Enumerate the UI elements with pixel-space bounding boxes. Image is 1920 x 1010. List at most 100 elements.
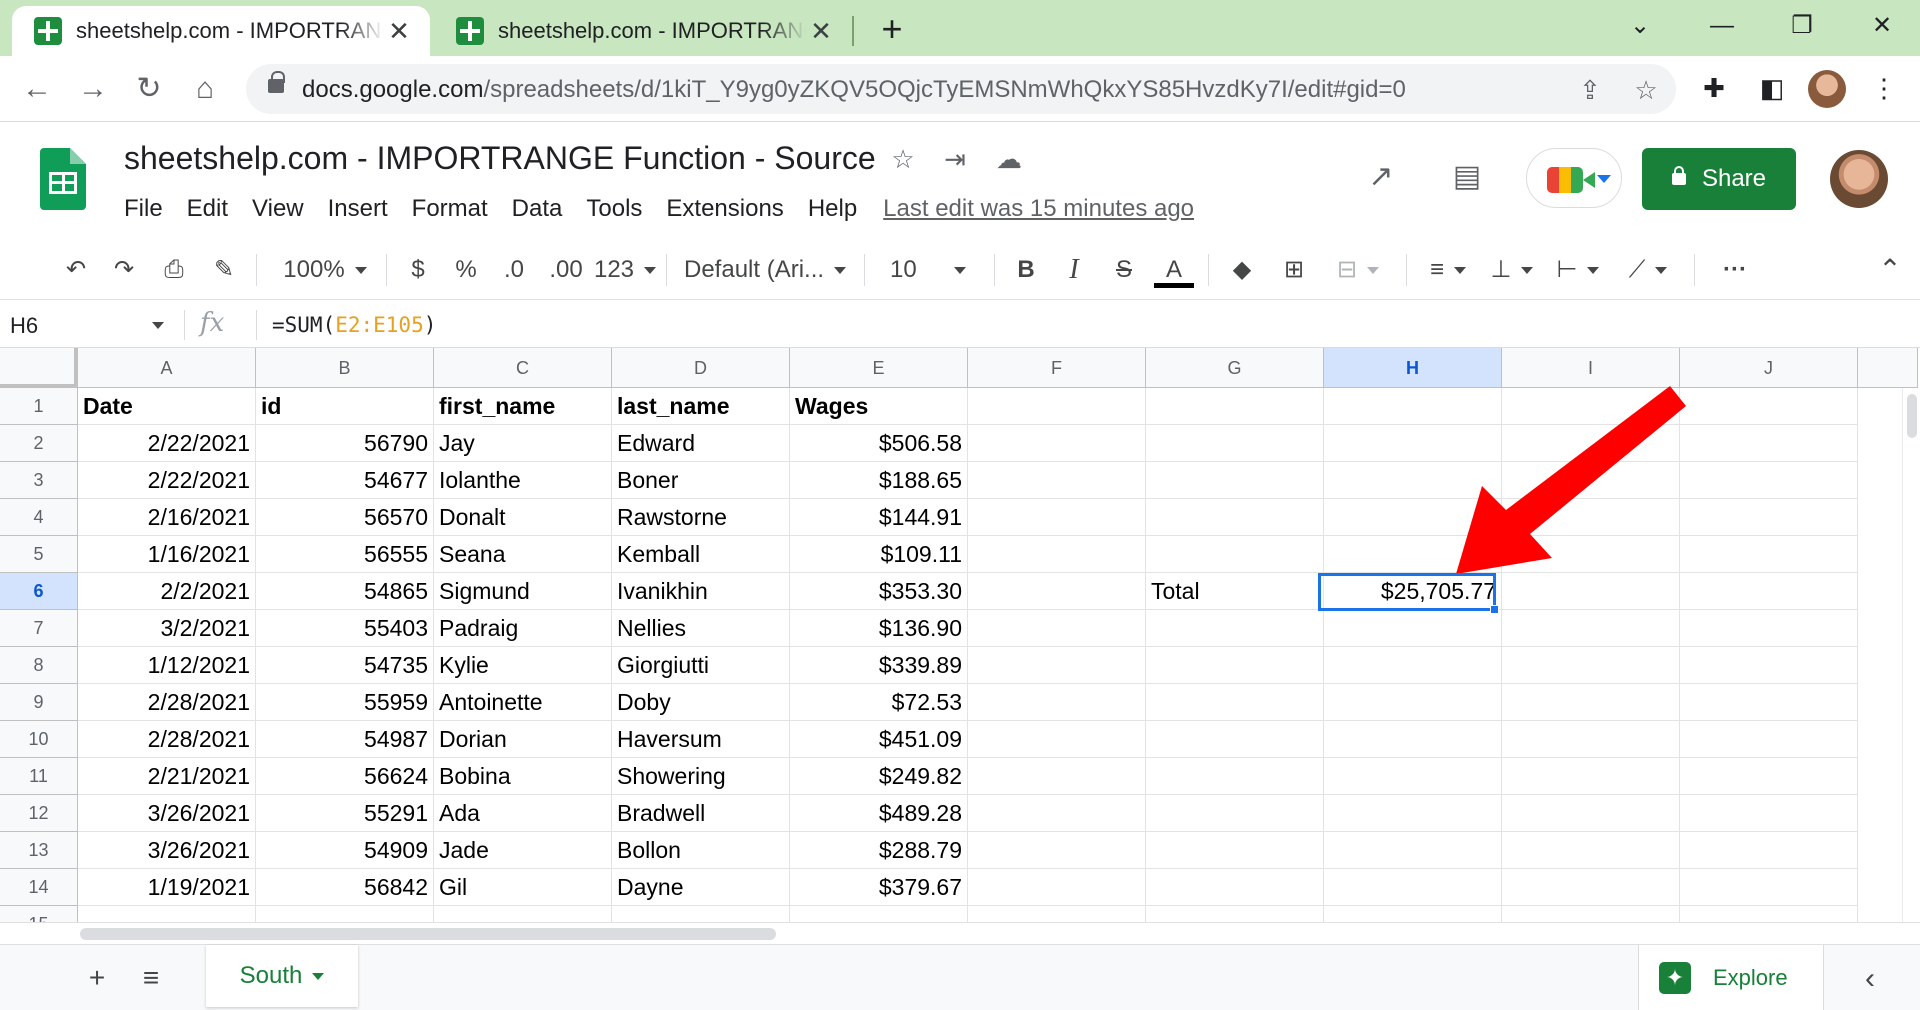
cell[interactable]	[1502, 684, 1680, 721]
cell[interactable]	[1502, 795, 1680, 832]
data-cell[interactable]: Giorgiutti	[612, 647, 790, 684]
cell[interactable]	[1324, 610, 1502, 647]
reload-icon[interactable]: ↻	[126, 66, 172, 112]
row-header-8[interactable]: 8	[0, 647, 78, 684]
data-cell[interactable]: Jade	[434, 832, 612, 869]
data-cell[interactable]: Nellies	[612, 610, 790, 647]
row-header-14[interactable]: 14	[0, 869, 78, 906]
cell[interactable]	[790, 906, 968, 922]
column-header-c[interactable]: C	[434, 348, 612, 388]
cell[interactable]	[968, 499, 1146, 536]
cell[interactable]	[1324, 906, 1502, 922]
cell[interactable]	[968, 684, 1146, 721]
last-edit-link[interactable]: Last edit was 15 minutes ago	[883, 192, 1194, 226]
cell[interactable]	[968, 573, 1146, 610]
data-cell[interactable]: $136.90	[790, 610, 968, 647]
cell[interactable]	[968, 647, 1146, 684]
cell[interactable]	[968, 610, 1146, 647]
cell[interactable]	[1680, 795, 1858, 832]
fill-handle[interactable]	[1490, 605, 1499, 614]
cell[interactable]	[1680, 462, 1858, 499]
extensions-puzzle-icon[interactable]: ✚	[1694, 68, 1734, 108]
bold-button[interactable]: B	[1006, 250, 1046, 290]
cell[interactable]	[1324, 536, 1502, 573]
data-cell[interactable]: Donalt	[434, 499, 612, 536]
data-cell[interactable]: 2/28/2021	[78, 684, 256, 721]
back-arrow-icon[interactable]: ←	[14, 66, 60, 112]
cell[interactable]	[1146, 758, 1324, 795]
menu-extensions[interactable]: Extensions	[654, 192, 795, 226]
data-cell[interactable]: Kemball	[612, 536, 790, 573]
browser-tab-active[interactable]: sheetshelp.com - IMPORTRANGE Function - …	[12, 6, 430, 56]
row-header-10[interactable]: 10	[0, 721, 78, 758]
row-header-1[interactable]: 1	[0, 388, 78, 425]
minimize-button[interactable]: —	[1694, 6, 1750, 46]
data-cell[interactable]: $288.79	[790, 832, 968, 869]
cell[interactable]	[1502, 462, 1680, 499]
cell[interactable]	[1680, 388, 1858, 425]
data-cell[interactable]: 2/22/2021	[78, 462, 256, 499]
data-cell[interactable]: 54987	[256, 721, 434, 758]
header-cell[interactable]: Wages	[790, 388, 968, 425]
data-cell[interactable]: 1/19/2021	[78, 869, 256, 906]
side-panel-icon[interactable]: ◧	[1752, 68, 1792, 108]
font-size-select[interactable]: 10	[880, 250, 984, 290]
cell[interactable]	[1680, 869, 1858, 906]
cell[interactable]	[1502, 388, 1680, 425]
header-cell[interactable]: Date	[78, 388, 256, 425]
data-cell[interactable]: 55403	[256, 610, 434, 647]
data-cell[interactable]: $451.09	[790, 721, 968, 758]
tab-close-icon[interactable]: ✕	[384, 16, 414, 47]
cell[interactable]	[434, 906, 612, 922]
data-cell[interactable]: 3/2/2021	[78, 610, 256, 647]
cell[interactable]	[1324, 795, 1502, 832]
cell[interactable]	[1324, 499, 1502, 536]
currency-format-button[interactable]: $	[400, 250, 436, 290]
cell[interactable]	[1146, 499, 1324, 536]
document-title[interactable]: sheetshelp.com - IMPORTRANGE Function - …	[124, 140, 876, 177]
column-header-g[interactable]: G	[1146, 348, 1324, 388]
horizontal-scrollbar[interactable]	[0, 922, 1920, 944]
data-cell[interactable]: Doby	[612, 684, 790, 721]
menu-help[interactable]: Help	[796, 192, 869, 226]
row-header-2[interactable]: 2	[0, 425, 78, 462]
menu-file[interactable]: File	[112, 192, 175, 226]
cell[interactable]	[1146, 610, 1324, 647]
percent-format-button[interactable]: %	[448, 250, 484, 290]
collapse-menus-icon[interactable]: ⌃	[1870, 250, 1910, 290]
data-cell[interactable]: 55291	[256, 795, 434, 832]
data-cell[interactable]: 56555	[256, 536, 434, 573]
window-close-button[interactable]: ✕	[1854, 6, 1910, 46]
cell[interactable]	[1324, 721, 1502, 758]
data-cell[interactable]: Kylie	[434, 647, 612, 684]
column-header-f[interactable]: F	[968, 348, 1146, 388]
data-cell[interactable]: 55959	[256, 684, 434, 721]
cell[interactable]	[1324, 684, 1502, 721]
menu-tools[interactable]: Tools	[574, 192, 654, 226]
cell[interactable]	[1680, 610, 1858, 647]
text-rotation-icon[interactable]: ⟋	[1618, 250, 1678, 290]
fill-color-icon[interactable]: ◆	[1222, 250, 1262, 290]
cell[interactable]	[1146, 684, 1324, 721]
lock-icon[interactable]	[268, 71, 285, 93]
data-cell[interactable]: $353.30	[790, 573, 968, 610]
collapse-side-icon[interactable]: ‹	[1850, 959, 1890, 999]
row-header-12[interactable]: 12	[0, 795, 78, 832]
header-cell[interactable]: id	[256, 388, 434, 425]
column-header-a[interactable]: A	[78, 348, 256, 388]
header-cell[interactable]: first_name	[434, 388, 612, 425]
column-header-i[interactable]: I	[1502, 348, 1680, 388]
cell[interactable]	[1680, 906, 1858, 922]
cell[interactable]	[968, 869, 1146, 906]
cell[interactable]	[1146, 906, 1324, 922]
column-header-j[interactable]: J	[1680, 348, 1858, 388]
data-cell[interactable]: $379.67	[790, 869, 968, 906]
horizontal-align-icon[interactable]: ≡	[1420, 250, 1476, 290]
decrease-decimal-button[interactable]: .0	[494, 250, 534, 290]
data-cell[interactable]: 1/12/2021	[78, 647, 256, 684]
name-box[interactable]: H6	[10, 310, 170, 342]
data-cell[interactable]: 56790	[256, 425, 434, 462]
share-button[interactable]: Share	[1642, 148, 1796, 210]
total-value-cell[interactable]: $25,705.77	[1324, 573, 1502, 610]
scroll-thumb[interactable]	[80, 928, 776, 940]
